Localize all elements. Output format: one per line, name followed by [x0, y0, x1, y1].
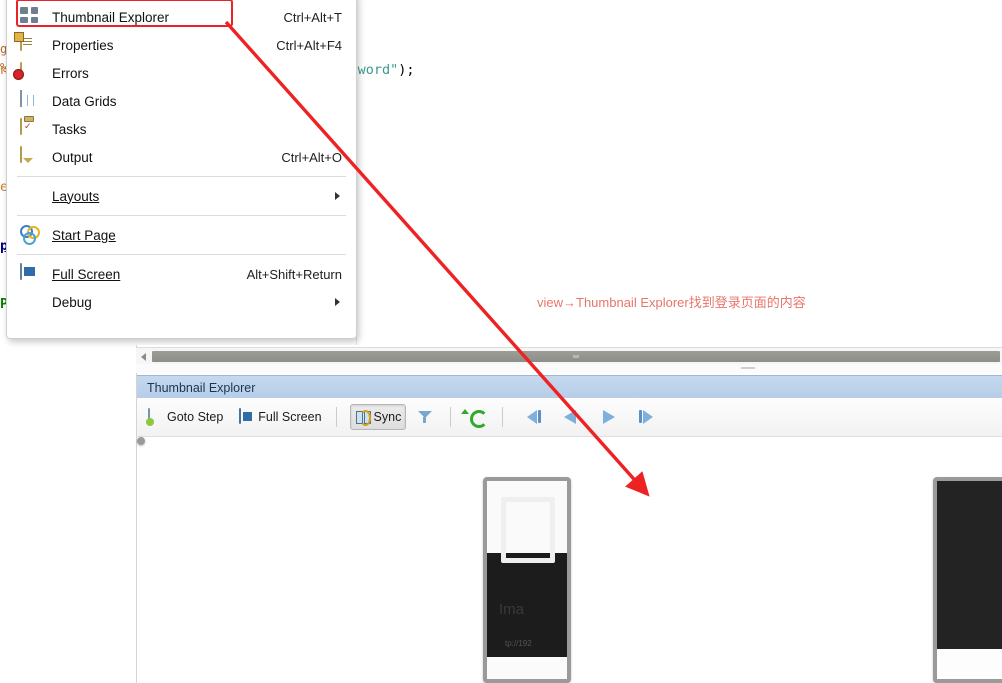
menu-item-label: Start Page	[52, 227, 116, 243]
view-dropdown-menu[interactable]: Thumbnail Explorer Ctrl+Alt+T Properties…	[6, 0, 357, 339]
grid-icon	[20, 7, 40, 27]
menu-item-label: Properties	[52, 37, 114, 53]
last-page-icon	[643, 410, 654, 424]
start-page-icon	[20, 225, 40, 245]
filter-icon	[417, 409, 433, 425]
previous-page-icon	[564, 410, 577, 424]
toolbar-separator-3	[502, 407, 504, 427]
menu-items-container: Thumbnail Explorer Ctrl+Alt+T Properties…	[7, 0, 356, 338]
thumbnail-item-selected[interactable]: Custom Request: login	[137, 437, 145, 445]
next-page-button[interactable]	[594, 404, 624, 430]
first-page-icon	[527, 410, 538, 424]
toolbar-separator-1	[335, 407, 337, 427]
scroll-left-arrow-icon[interactable]	[138, 350, 150, 363]
thumb-page-dark	[937, 481, 1002, 649]
filter-button[interactable]	[412, 404, 441, 430]
thumb-preview-text: Ima	[499, 601, 525, 618]
no-icon	[20, 292, 40, 312]
sync-icon	[355, 409, 371, 426]
refresh-icon	[461, 409, 489, 428]
menu-separator-3	[17, 254, 346, 255]
menu-item-full-screen[interactable]: Full Screen Alt+Shift+Return	[7, 260, 356, 288]
goto-step-label: Goto Step	[167, 410, 224, 424]
thumb-white-block	[143, 443, 145, 445]
scrollbar-track[interactable]	[152, 351, 1000, 362]
menu-item-properties[interactable]: Properties Ctrl+Alt+F4	[7, 31, 356, 59]
panel-title: Thumbnail Explorer	[147, 380, 256, 395]
errors-icon	[20, 62, 40, 83]
sync-toggle-button[interactable]: Sync	[349, 404, 407, 430]
thumbnail-filmstrip: Ima tp://192 Custom Request: login	[137, 437, 1002, 683]
menu-item-label: Output	[52, 149, 93, 165]
previous-page-button[interactable]	[556, 404, 586, 430]
menu-item-accelerator: Ctrl+Alt+T	[283, 9, 342, 25]
menu-item-output[interactable]: Output Ctrl+Alt+O	[7, 143, 356, 171]
thumbnail-item-right[interactable]	[933, 477, 1002, 683]
thumb-page-bottom	[937, 649, 1002, 679]
full-screen-icon	[20, 263, 40, 284]
sync-label: Sync	[373, 410, 402, 424]
menu-item-label: Thumbnail Explorer	[52, 9, 170, 25]
thumbnail-explorer-toolbar: Goto Step Full Screen Sync	[137, 398, 1002, 437]
menu-separator-2	[17, 215, 346, 216]
menu-item-label: Full Screen	[52, 266, 121, 282]
output-icon	[20, 146, 40, 167]
thumbnail-explorer-title-bar: Thumbnail Explorer	[137, 375, 1002, 399]
full-screen-label: Full Screen	[258, 410, 322, 424]
refresh-button[interactable]	[461, 404, 493, 430]
menu-item-debug[interactable]: Debug	[7, 288, 356, 316]
scrollbar-thumb[interactable]	[152, 351, 1000, 362]
thumbnail-item-left[interactable]: Ima tp://192	[483, 477, 571, 683]
menu-item-start-page[interactable]: Start Page	[7, 221, 356, 249]
submenu-arrow-icon	[335, 298, 340, 306]
menu-item-accelerator: Alt+Shift+Return	[246, 266, 342, 282]
no-icon	[20, 186, 40, 206]
menu-item-label: Debug	[52, 294, 92, 310]
scrollbar-grip	[573, 355, 579, 358]
menu-separator-1	[17, 176, 346, 177]
menu-item-data-grids[interactable]: Data Grids	[7, 87, 356, 115]
menu-item-label: Tasks	[52, 121, 87, 137]
panel-splitter[interactable]	[136, 364, 1002, 373]
submenu-arrow-icon	[335, 192, 340, 200]
data-grids-icon	[20, 90, 40, 111]
first-page-button[interactable]	[518, 404, 548, 430]
tasks-icon	[20, 118, 40, 139]
annotation-text: view→Thumbnail Explorer找到登录页面的内容	[537, 295, 806, 310]
menu-item-thumbnail-explorer[interactable]: Thumbnail Explorer Ctrl+Alt+T	[7, 3, 356, 31]
thumb-preview-subtext: tp://192	[505, 639, 532, 648]
goto-step-icon	[148, 408, 164, 425]
toolbar-separator-2	[450, 407, 452, 427]
menu-item-layouts[interactable]: Layouts	[7, 182, 356, 210]
menu-item-accelerator: Ctrl+Alt+O	[281, 149, 342, 165]
thumb-page-bottom	[487, 657, 567, 679]
full-screen-button[interactable]: Full Screen	[234, 404, 326, 430]
menu-item-accelerator: Ctrl+Alt+F4	[276, 37, 342, 53]
menu-item-label: Data Grids	[52, 93, 117, 109]
goto-step-button[interactable]: Goto Step	[143, 404, 228, 430]
last-page-button[interactable]	[632, 404, 662, 430]
properties-icon	[20, 34, 40, 55]
menu-item-label: Layouts	[52, 188, 100, 204]
app-root: g % ng(lr_decrypt("5dd7a0482f3850db96e7"…	[0, 0, 1002, 683]
full-screen-icon	[239, 408, 255, 425]
next-page-icon	[603, 410, 616, 424]
editor-horizontal-scrollbar[interactable]	[136, 347, 1002, 365]
thumb-ghost-frame	[501, 497, 555, 563]
menu-item-errors[interactable]: Errors	[7, 59, 356, 87]
menu-item-tasks[interactable]: Tasks	[7, 115, 356, 143]
menu-item-label: Errors	[52, 65, 89, 81]
